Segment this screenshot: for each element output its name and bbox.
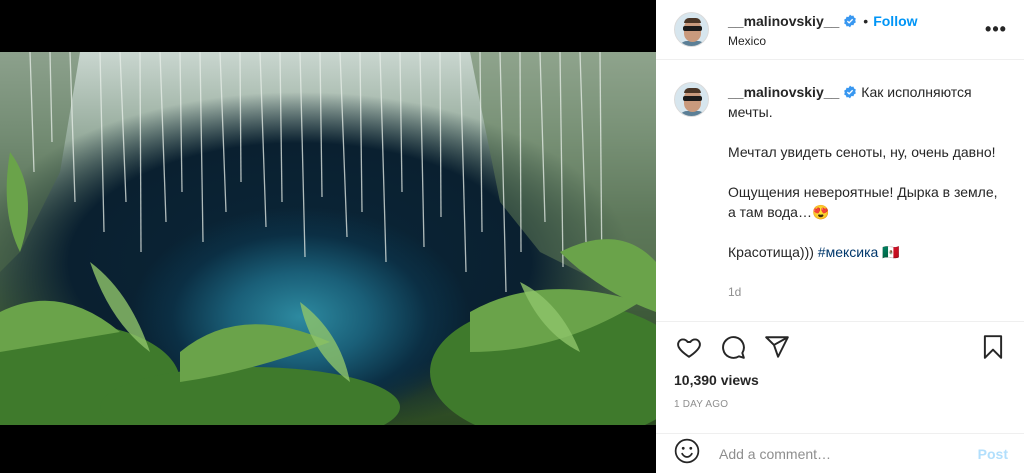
username-link[interactable]: __malinovskiy__ <box>728 12 839 30</box>
heart-icon <box>676 334 702 365</box>
smiley-icon <box>674 438 700 469</box>
header-text: __malinovskiy__ • Follow Mexico <box>728 12 984 48</box>
post-header: __malinovskiy__ • Follow Mexico ••• <box>656 0 1024 60</box>
separator-dot: • <box>863 12 869 29</box>
post-media-area <box>0 0 656 473</box>
comment-input[interactable] <box>719 445 978 462</box>
avatar[interactable] <box>674 12 709 47</box>
verified-badge-icon <box>843 14 857 28</box>
caption-line-4: Красотища))) <box>728 244 818 260</box>
like-button[interactable] <box>674 334 704 364</box>
more-icon: ••• <box>985 19 1007 39</box>
post-timestamp[interactable]: 1 DAY AGO <box>674 399 1008 410</box>
save-button[interactable] <box>978 334 1008 364</box>
caption-avatar[interactable] <box>674 82 709 117</box>
follow-button[interactable]: Follow <box>873 12 917 30</box>
caption-area: __malinovskiy__ Как исполняются мечты. Ме… <box>656 82 1024 318</box>
comment-bar: Post <box>656 433 1024 473</box>
caption-username-link[interactable]: __malinovskiy__ <box>728 84 839 100</box>
comment-button[interactable] <box>718 334 748 364</box>
verified-badge-icon <box>843 85 857 99</box>
caption-line-3: Ощущения невероятные! Дырка в земле, а т… <box>728 184 998 220</box>
caption-text: __malinovskiy__ Как исполняются мечты. Ме… <box>728 82 1008 318</box>
bookmark-icon <box>980 334 1006 365</box>
video-frame <box>0 52 656 425</box>
emoji-button[interactable] <box>674 438 700 469</box>
post-comment-button[interactable]: Post <box>978 446 1008 462</box>
flag-emoji: 🇲🇽 <box>878 244 900 260</box>
caption-line-2: Мечтал увидеть сеноты, ну, очень давно! <box>728 144 996 160</box>
share-button[interactable] <box>762 334 792 364</box>
post-actions-area: 10,390 views 1 DAY AGO <box>656 321 1024 410</box>
post-details-panel: __malinovskiy__ • Follow Mexico ••• __ma… <box>656 0 1024 473</box>
paper-plane-icon <box>764 334 790 365</box>
hashtag-link[interactable]: #мексика <box>818 244 879 260</box>
comment-bubble-icon <box>720 334 746 365</box>
more-options-button[interactable]: ••• <box>984 18 1008 42</box>
view-count[interactable]: 10,390 views <box>674 372 1008 388</box>
caption-timestamp[interactable]: 1d <box>728 282 1008 302</box>
location-link[interactable]: Mexico <box>728 34 984 48</box>
action-bar <box>674 334 1008 364</box>
post-video[interactable] <box>0 52 656 425</box>
